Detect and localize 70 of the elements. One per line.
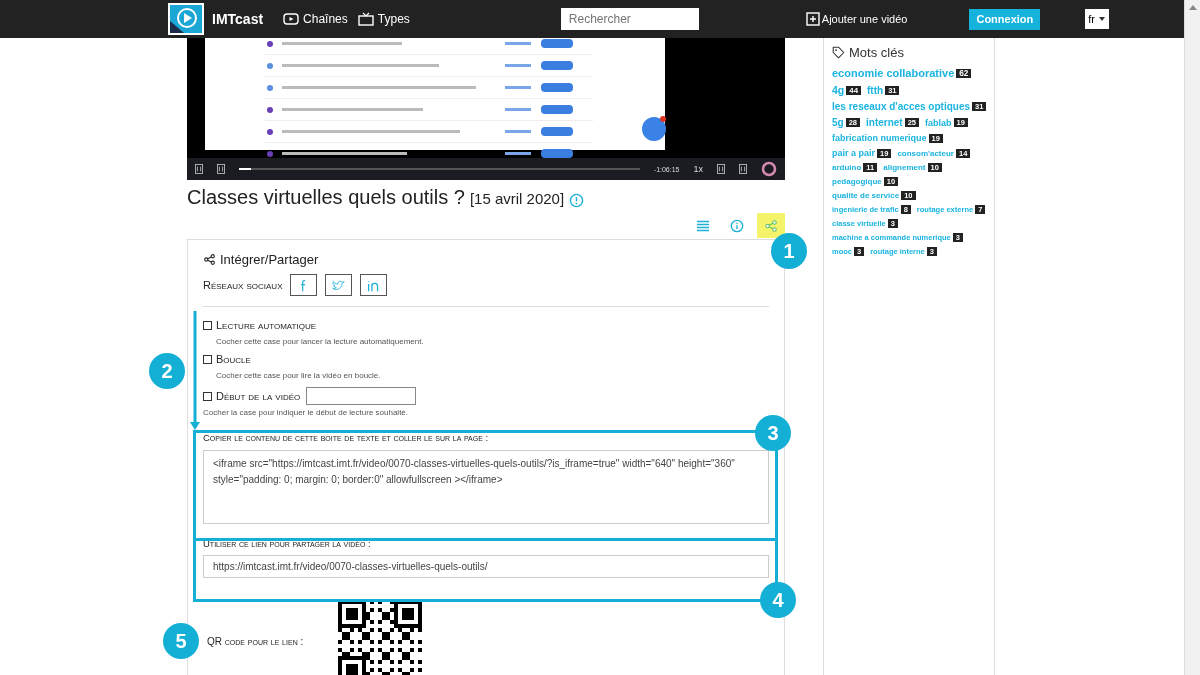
help-text: Cocher la case pour indiquer le début de lecture souhaité. — [203, 408, 410, 417]
keyword-link[interactable]: economie collaborative — [832, 67, 955, 79]
login-button[interactable]: Connexion — [969, 8, 1041, 30]
alert-icon[interactable] — [569, 193, 585, 208]
twitter-button[interactable] — [325, 274, 353, 296]
keyword-link[interactable]: arduino — [832, 163, 862, 172]
video-icon — [283, 12, 300, 26]
video-date: [15 avril 2020] — [469, 190, 565, 207]
share-link-field[interactable]: https://imtcast.imt.fr/video/0070-classes-virtuelles-quels-outils/ — [203, 555, 769, 578]
step-number: 3 — [755, 415, 791, 451]
step-number: 4 — [760, 582, 796, 618]
twitter-icon — [332, 278, 346, 292]
step-number: 1 — [771, 233, 807, 269]
speed-button[interactable]: 1x — [693, 164, 703, 174]
plus-icon — [805, 12, 820, 26]
panel-title: Mots clés — [849, 45, 904, 60]
chapter-icon[interactable] — [217, 164, 225, 174]
checkbox[interactable] — [203, 320, 212, 330]
tv-icon — [357, 12, 374, 26]
keyword-link[interactable]: qualite de service — [832, 191, 900, 200]
option-label: Début de la vidéo — [216, 390, 301, 402]
option-label: Boucle — [216, 353, 251, 365]
caret-icon — [1099, 17, 1105, 21]
step-number: 5 — [163, 623, 199, 659]
info-icon — [730, 218, 744, 233]
brand-name[interactable]: IMTcast — [212, 11, 264, 27]
linkedin-button[interactable] — [360, 274, 388, 296]
embed-code-field[interactable]: <iframe src="https://imtcast.imt.fr/video/0070-classes-virtuelles-quels-outils/?is_iframe=true" width="640" height="360" style="padding: 0; margin: 0; border:0" allowfullscreen ></iframe> — [203, 450, 769, 524]
list-icon — [696, 218, 710, 233]
help-text: Cocher cette case pour lire la vidéo en boucle. — [216, 371, 382, 380]
subtitles-icon[interactable] — [717, 164, 725, 174]
keyword-link[interactable]: 4g — [832, 84, 845, 96]
help-text: Cocher cette case pour lancer la lecture automatiquement. — [216, 337, 425, 346]
nav-link[interactable]: Types — [357, 12, 410, 26]
keyword-link[interactable]: fabrication numerique — [832, 133, 927, 143]
keyword-link[interactable]: internet — [866, 117, 903, 128]
logo-icon[interactable] — [168, 3, 204, 35]
checkbox[interactable] — [203, 354, 212, 364]
qr-label: QR code pour le lien : — [206, 636, 305, 647]
keyword-link[interactable]: pair a pair — [832, 148, 876, 158]
keyword-link[interactable]: consom'acteur — [897, 148, 954, 158]
video-title: Classes virtuelles quels outils ? — [187, 186, 465, 209]
keyword-link[interactable]: pedagogique — [832, 177, 882, 186]
language-select[interactable]: fr — [1085, 9, 1110, 29]
nav-link[interactable]: Chaînes — [283, 12, 348, 26]
chapter-icon[interactable] — [195, 164, 203, 174]
panel-title: Intégrer/Partager — [220, 252, 319, 267]
keyword-count: 62 — [956, 68, 972, 78]
keyword-link[interactable]: ftth — [867, 84, 884, 96]
linkedin-icon — [367, 278, 381, 292]
keyword-link[interactable]: les reseaux d'acces optiques — [832, 101, 970, 112]
facebook-button[interactable] — [290, 274, 318, 296]
ring-icon[interactable] — [761, 161, 777, 177]
link-label: Utiliser ce lien pour partager la vidéo : — [203, 538, 372, 549]
search-field[interactable]: Rechercher — [560, 8, 699, 30]
keyword-link[interactable]: 5g — [832, 117, 844, 128]
step-number: 2 — [149, 353, 185, 389]
keyword-link[interactable]: fablab — [925, 117, 952, 128]
option-label: Lecture automatique — [216, 319, 316, 331]
keyword-link[interactable]: alignement — [883, 163, 926, 172]
add-video-link[interactable]: Ajouter une vidéo — [805, 12, 908, 26]
social-label: Réseaux sociaux — [203, 279, 283, 291]
embed-label: Copier le contenu de cette boite de texte et coller le sur la page : — [203, 432, 490, 443]
scroll-up-icon[interactable] — [1189, 5, 1197, 10]
checkbox[interactable] — [203, 391, 212, 401]
share-icon — [764, 218, 778, 233]
fullscreen-icon[interactable] — [739, 164, 747, 174]
share-icon — [203, 253, 216, 266]
tag-icon — [832, 46, 845, 59]
start-time-field[interactable] — [306, 387, 417, 405]
